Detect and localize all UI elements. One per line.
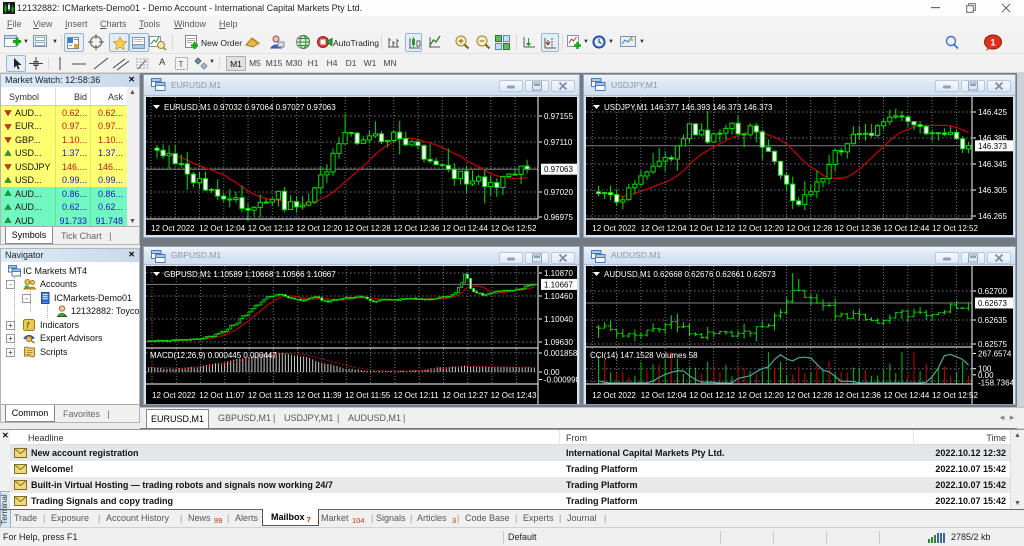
svg-text:0.001858: 0.001858 (544, 349, 577, 358)
svg-text:12 Oct 12:20: 12 Oct 12:20 (296, 224, 342, 233)
svg-text:12 Oct 12:52: 12 Oct 12:52 (932, 391, 978, 400)
svg-text:12 Oct 12:36: 12 Oct 12:36 (835, 391, 881, 400)
svg-text:12 Oct 12:12: 12 Oct 12:12 (689, 391, 735, 400)
svg-text:GBPUSD,M1 1.10589 1.10668 1.1: GBPUSD,M1 1.10589 1.10668 1.10566 1.1066… (164, 270, 336, 279)
svg-text:12 Oct 2022: 12 Oct 2022 (592, 391, 636, 400)
svg-text:0.96975: 0.96975 (544, 213, 573, 222)
svg-text:146.373: 146.373 (978, 142, 1007, 151)
svg-text:12 Oct 12:44: 12 Oct 12:44 (884, 391, 930, 400)
svg-text:0.62635: 0.62635 (978, 316, 1007, 325)
svg-text:12 Oct 12:04: 12 Oct 12:04 (199, 224, 245, 233)
svg-text:12 Oct 11:39: 12 Oct 11:39 (296, 391, 342, 400)
svg-text:12 Oct 12:28: 12 Oct 12:28 (786, 391, 832, 400)
svg-text:0.62575: 0.62575 (978, 340, 1007, 349)
svg-text:12 Oct 2022: 12 Oct 2022 (592, 224, 636, 233)
svg-text:0.62673: 0.62673 (978, 299, 1007, 308)
svg-text:1: 1 (990, 38, 995, 48)
svg-text:12 Oct 12:36: 12 Oct 12:36 (394, 224, 440, 233)
svg-text:AUDUSD,M1 0.62668 0.62676 0.6: AUDUSD,M1 0.62668 0.62676 0.62661 0.6267… (604, 270, 776, 279)
svg-text:146.345: 146.345 (978, 160, 1007, 169)
svg-text:-158.7364: -158.7364 (978, 379, 1013, 388)
svg-text:146.265: 146.265 (978, 212, 1007, 221)
svg-text:12 Oct 12:44: 12 Oct 12:44 (884, 224, 930, 233)
svg-text:12 Oct 12:12: 12 Oct 12:12 (689, 224, 735, 233)
svg-text:12 Oct 12:36: 12 Oct 12:36 (835, 224, 881, 233)
svg-text:0.97063: 0.97063 (544, 165, 573, 174)
svg-text:12 Oct 12:11: 12 Oct 12:11 (394, 391, 440, 400)
svg-text:267.6574: 267.6574 (978, 350, 1012, 359)
svg-text:MACD(12,26,9) 0.000445 0.00044: MACD(12,26,9) 0.000445 0.000447 (150, 351, 277, 360)
svg-text:T: T (179, 60, 184, 69)
svg-text:1.10460: 1.10460 (544, 292, 573, 301)
svg-text:12 Oct 12:20: 12 Oct 12:20 (738, 391, 784, 400)
svg-text:0.97020: 0.97020 (544, 188, 573, 197)
svg-text:12 Oct 11:07: 12 Oct 11:07 (199, 391, 245, 400)
svg-text:12 Oct 12:04: 12 Oct 12:04 (641, 391, 687, 400)
svg-text:12 Oct 12:44: 12 Oct 12:44 (442, 224, 488, 233)
svg-text:12 Oct 11:23: 12 Oct 11:23 (248, 391, 294, 400)
svg-text:0.97155: 0.97155 (544, 112, 573, 121)
svg-text:146.425: 146.425 (978, 108, 1007, 117)
svg-text:12 Oct 11:55: 12 Oct 11:55 (345, 391, 391, 400)
svg-text:12 Oct 12:27: 12 Oct 12:27 (442, 391, 488, 400)
svg-text:1.10870: 1.10870 (544, 269, 573, 278)
svg-text:1.10667: 1.10667 (544, 280, 573, 289)
svg-text:12 Oct 12:43: 12 Oct 12:43 (491, 391, 537, 400)
svg-text:12 Oct 12:28: 12 Oct 12:28 (786, 224, 832, 233)
svg-text:EURUSD,M1 0.97032 0.97064 0.9: EURUSD,M1 0.97032 0.97064 0.97027 0.9706… (164, 103, 336, 112)
svg-text:12 Oct 12:12: 12 Oct 12:12 (248, 224, 294, 233)
svg-text:12 Oct 2022: 12 Oct 2022 (152, 391, 196, 400)
svg-text:12 Oct 12:20: 12 Oct 12:20 (738, 224, 784, 233)
svg-text:12 Oct 12:04: 12 Oct 12:04 (641, 224, 687, 233)
svg-text:-0.000998: -0.000998 (544, 376, 577, 385)
svg-text:12 Oct 12:52: 12 Oct 12:52 (932, 224, 978, 233)
svg-text:0.62700: 0.62700 (978, 287, 1007, 296)
svg-text:12 Oct 12:28: 12 Oct 12:28 (345, 224, 391, 233)
svg-text:USDJPY,M1 146.377 146.393 146: USDJPY,M1 146.377 146.393 146.373 146.37… (604, 103, 773, 112)
svg-text:1.09630: 1.09630 (544, 338, 573, 347)
svg-text:12 Oct 12:52: 12 Oct 12:52 (491, 224, 537, 233)
svg-text:CCI(14) 147.1528 Volumes 58: CCI(14) 147.1528 Volumes 58 (590, 351, 698, 360)
svg-text:1.10040: 1.10040 (544, 315, 573, 324)
svg-text:0.97110: 0.97110 (544, 138, 573, 147)
svg-text:12 Oct 2022: 12 Oct 2022 (151, 224, 195, 233)
svg-text:146.305: 146.305 (978, 186, 1007, 195)
